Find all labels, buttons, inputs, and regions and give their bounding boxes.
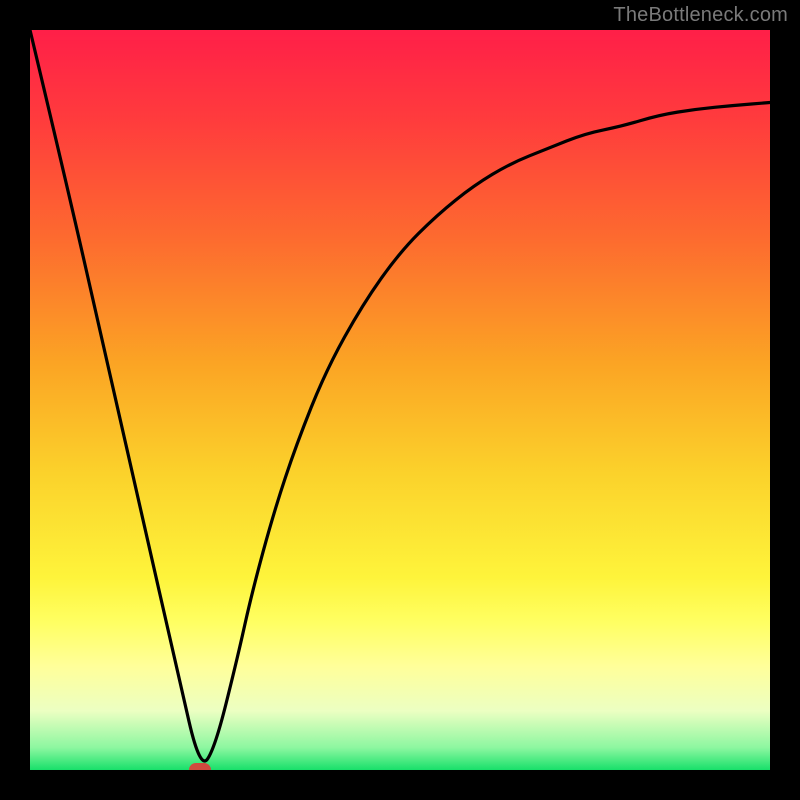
minimum-marker: [189, 763, 211, 770]
bottleneck-curve: [30, 30, 770, 770]
chart-frame: TheBottleneck.com: [0, 0, 800, 800]
attribution-label: TheBottleneck.com: [613, 4, 788, 27]
plot-area: [30, 30, 770, 770]
